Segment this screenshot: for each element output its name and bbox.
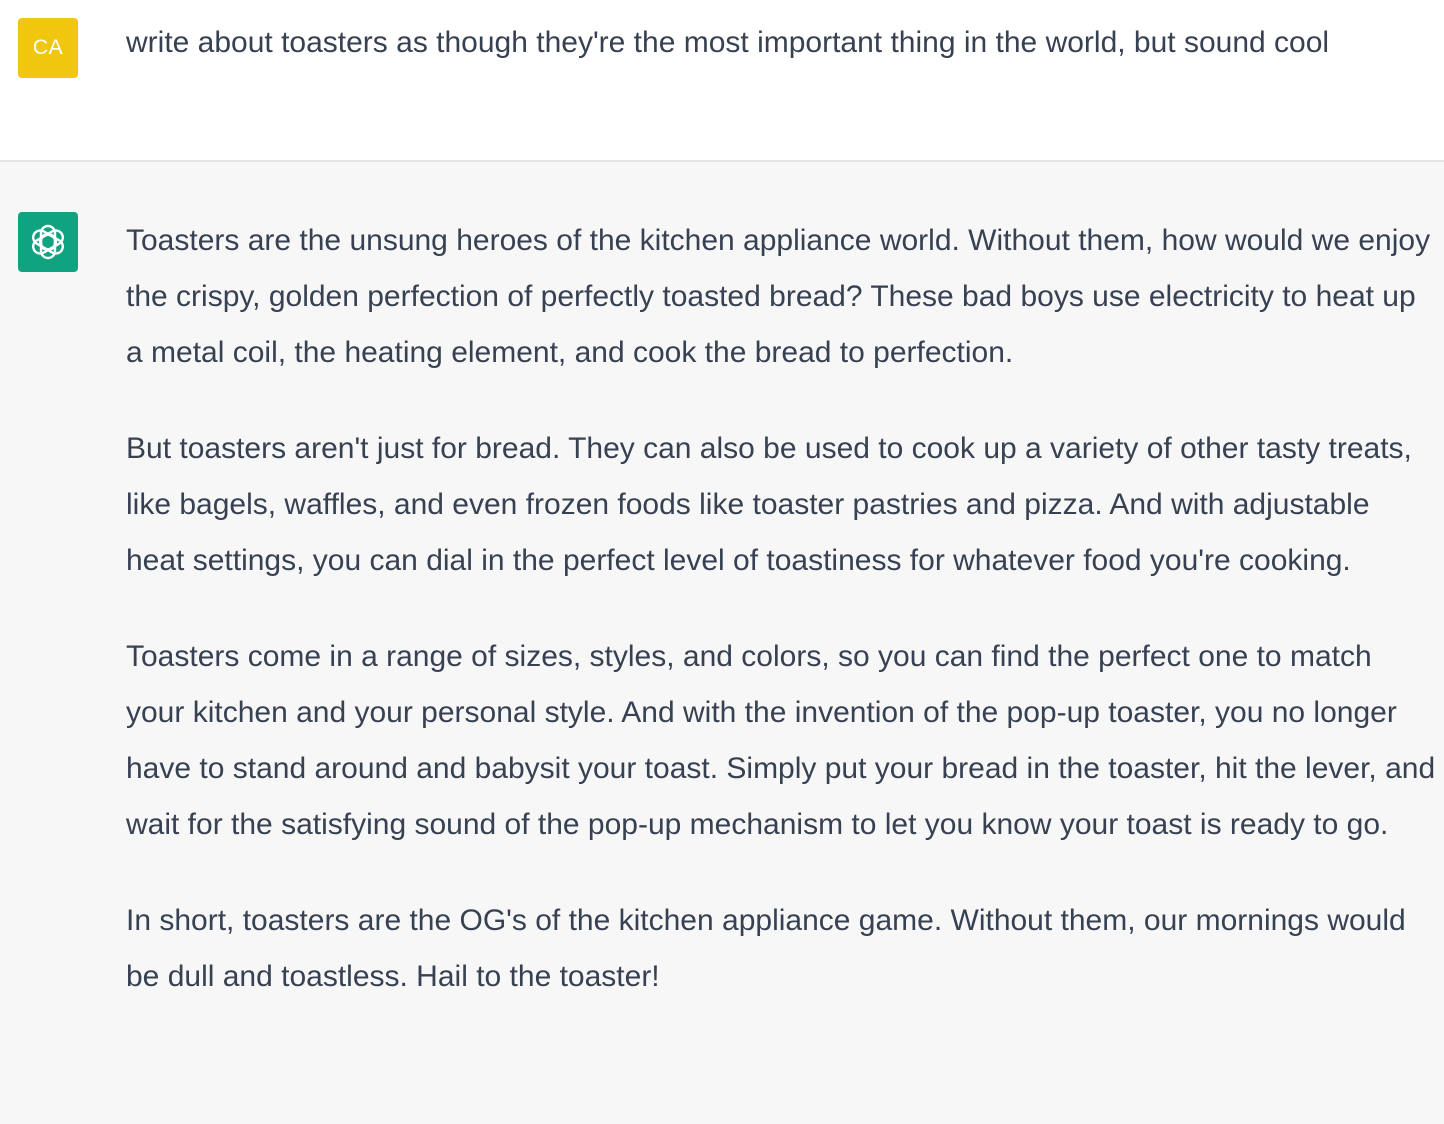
assistant-paragraph: In short, toasters are the OG's of the k… [126,904,1406,993]
assistant-message-body: Toasters are the unsung heroes of the ki… [126,213,1436,1045]
assistant-paragraph: Toasters are the unsung heroes of the ki… [126,224,1431,369]
user-message-text: write about toasters as though they're t… [126,26,1330,59]
assistant-message-turn: Toasters are the unsung heroes of the ki… [0,162,1444,1124]
assistant-avatar [18,212,78,272]
assistant-paragraph: But toasters aren't just for bread. They… [126,432,1412,577]
assistant-paragraph: Toasters come in a range of sizes, style… [126,640,1436,841]
user-avatar: CA [18,18,78,78]
openai-logo-icon [32,224,64,260]
user-message-turn: CA write about toasters as though they'r… [0,0,1444,162]
